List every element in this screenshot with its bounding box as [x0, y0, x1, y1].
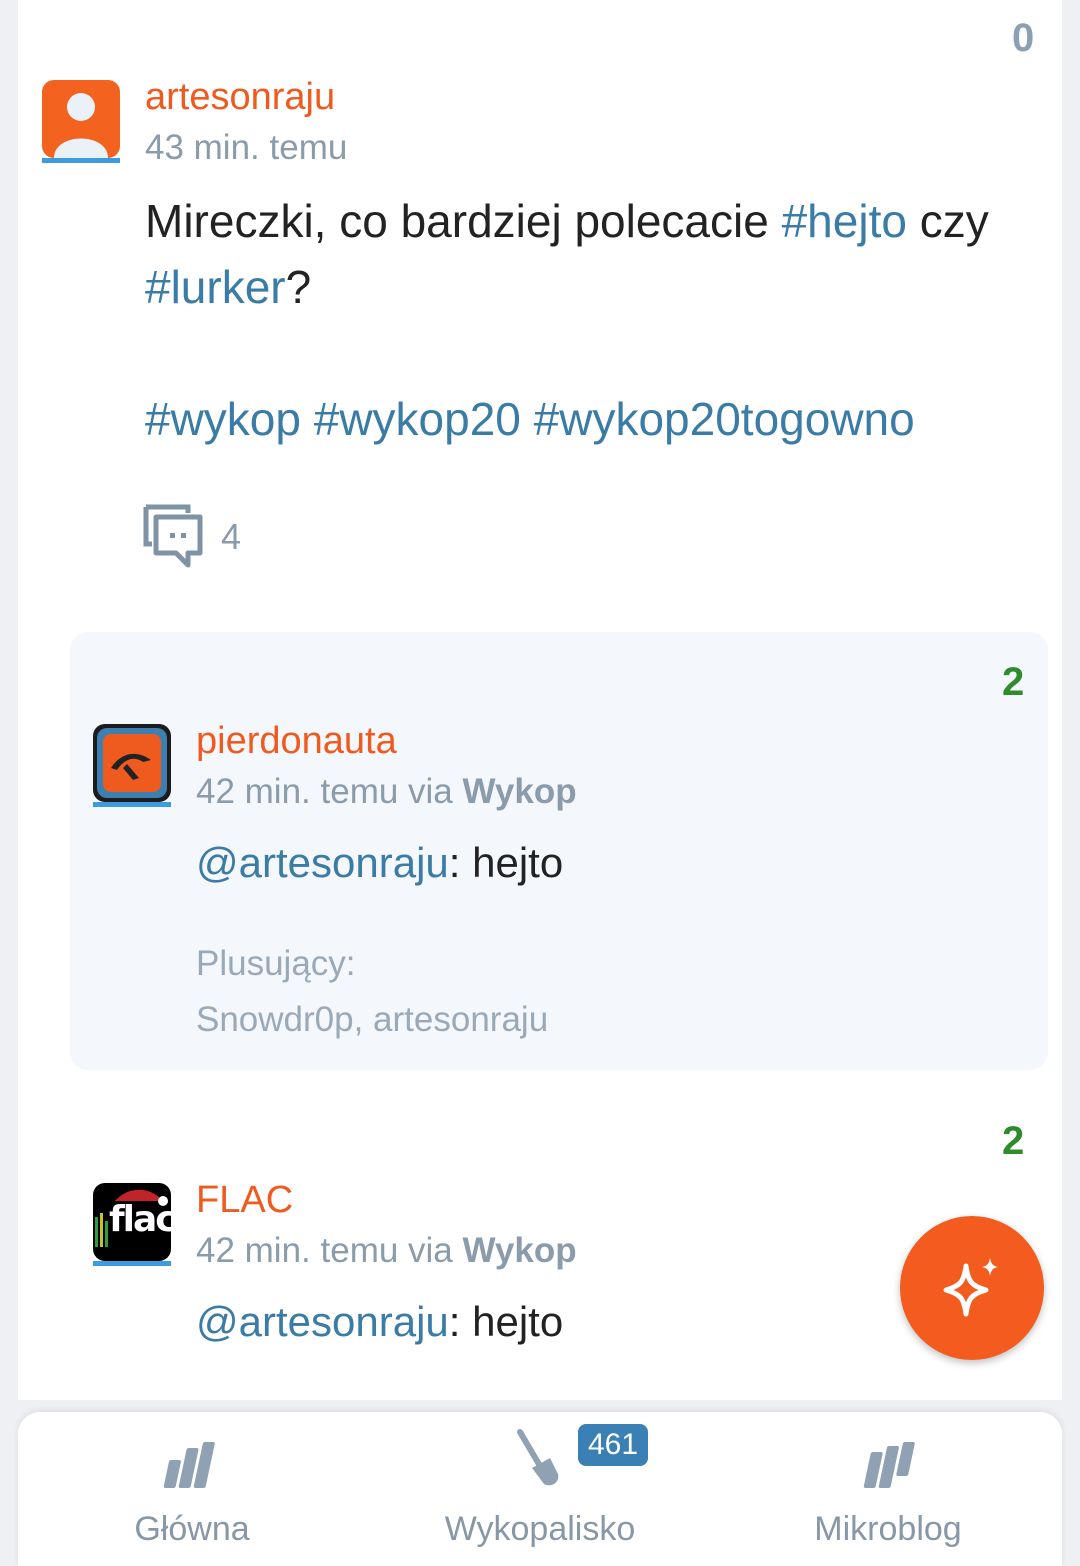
nav-label: Mikroblog: [814, 1510, 962, 1548]
avatar-status-bar: [93, 802, 171, 807]
post-time: 43 min. temu: [145, 128, 348, 167]
reply-body: @artesonraju: hejto: [196, 1289, 563, 1355]
avatar-status-bar: [42, 158, 120, 163]
tag-link[interactable]: #wykop20: [314, 393, 521, 445]
reply-text: : hejto: [448, 1298, 564, 1345]
post-author-avatar[interactable]: [42, 80, 120, 163]
bottom-nav: Główna 461 Wykopalisko Mikroblog: [18, 1412, 1062, 1566]
reply-meta: 42 min. temu via Wykop: [196, 1231, 577, 1271]
reply-text: : hejto: [448, 839, 564, 886]
reply-author-name[interactable]: FLAC: [196, 1179, 293, 1222]
via-app-link[interactable]: Wykop: [463, 1231, 577, 1270]
reply-body: @artesonraju: hejto: [196, 830, 563, 896]
create-post-button[interactable]: [900, 1216, 1044, 1360]
mention-link[interactable]: @artesonraju: [196, 1298, 449, 1345]
reply-score[interactable]: 2: [1002, 660, 1024, 705]
comments-icon: [143, 504, 203, 568]
post-body-line-1: Mireczki, co bardziej polecacie #hejto c…: [145, 188, 1045, 254]
default-avatar: [42, 80, 120, 158]
post-text: ?: [285, 261, 312, 313]
reply-author-avatar[interactable]: flac: [93, 1183, 171, 1266]
home-w-icon: [163, 1442, 215, 1488]
comments-count: 4: [221, 516, 242, 557]
nav-label: Główna: [134, 1510, 250, 1548]
user-icon: [54, 93, 108, 158]
reply-score[interactable]: 2: [1002, 1119, 1024, 1164]
post-score[interactable]: 0: [1012, 16, 1034, 61]
reply-meta: 42 min. temu via Wykop: [196, 772, 577, 812]
post-text: czy: [906, 195, 989, 247]
tag-link[interactable]: #wykop20togowno: [534, 393, 915, 445]
post-tags-line: #wykop #wykop20 #wykop20togowno: [145, 386, 1045, 452]
avatar-image: [93, 724, 171, 802]
via-app-link[interactable]: Wykop: [463, 772, 577, 811]
voters-label: Plusujący:: [196, 944, 356, 983]
post-body: Mireczki, co bardziej polecacie #hejto c…: [145, 188, 1045, 452]
tag-link[interactable]: #wykop: [145, 393, 301, 445]
avatar-image: flac: [93, 1183, 171, 1261]
reply-author-avatar[interactable]: [93, 724, 171, 807]
nav-label: Wykopalisko: [444, 1510, 636, 1548]
reply-author-name[interactable]: pierdonauta: [196, 720, 397, 763]
discover-count-badge: 461: [578, 1424, 649, 1466]
mention-link[interactable]: @artesonraju: [196, 839, 449, 886]
nav-microblog[interactable]: Mikroblog: [714, 1412, 1062, 1566]
post-text: Mireczki, co bardziej polecacie: [145, 195, 782, 247]
avatar-status-bar: [93, 1261, 171, 1266]
shovel-icon: [517, 1429, 559, 1486]
tag-link[interactable]: #lurker: [145, 261, 286, 313]
reply-time: 42 min. temu via: [196, 772, 453, 811]
voters-list[interactable]: Snowdr0p, artesonraju: [196, 1000, 548, 1040]
post-author-name[interactable]: artesonraju: [145, 76, 335, 119]
nav-discover[interactable]: 461 Wykopalisko: [366, 1412, 714, 1566]
avatar-logo-text: flac: [109, 1199, 171, 1240]
reply-time: 42 min. temu via: [196, 1231, 453, 1270]
tag-link[interactable]: #hejto: [782, 195, 907, 247]
orlen-logo-icon: [97, 728, 167, 798]
sparkle-icon: [943, 1258, 998, 1317]
microblog-m-icon: [863, 1442, 915, 1488]
nav-home[interactable]: Główna: [18, 1412, 366, 1566]
post-body-line-2: #lurker?: [145, 254, 1045, 320]
